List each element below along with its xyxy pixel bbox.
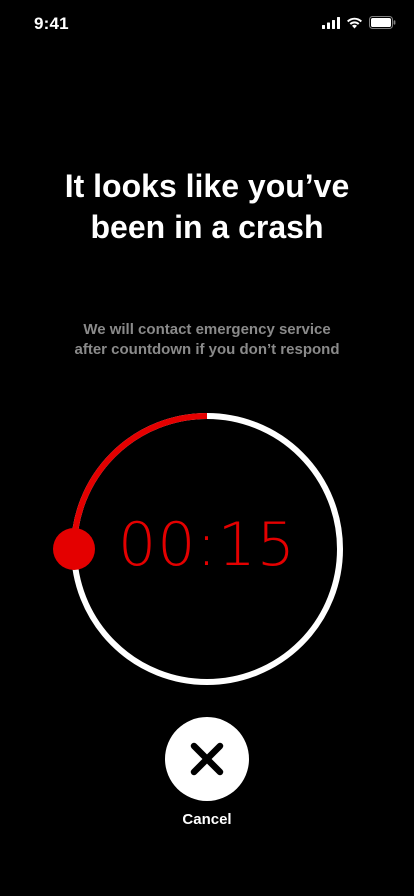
countdown-timer: 00:15	[0, 400, 414, 700]
cancel-button[interactable]	[165, 717, 249, 801]
notice-line-1: We will contact emergency service	[83, 321, 331, 338]
battery-icon	[369, 16, 396, 29]
status-bar: 9:41	[0, 0, 414, 48]
close-icon	[190, 742, 224, 776]
cancel-label: Cancel	[182, 811, 232, 828]
status-icons	[322, 16, 396, 29]
status-time: 9:41	[34, 14, 69, 33]
cellular-signal-icon	[322, 16, 340, 29]
wifi-icon	[346, 17, 363, 29]
emergency-notice: We will contact emergency service after …	[0, 320, 414, 360]
crash-alert-title: It looks like you’ve been in a crash	[0, 166, 414, 248]
countdown-readout: 00:15	[118, 510, 296, 580]
title-line-1: It looks like you’ve	[64, 168, 350, 204]
title-line-2: been in a crash	[90, 209, 324, 245]
notice-line-2: after countdown if you don’t respond	[74, 341, 340, 358]
